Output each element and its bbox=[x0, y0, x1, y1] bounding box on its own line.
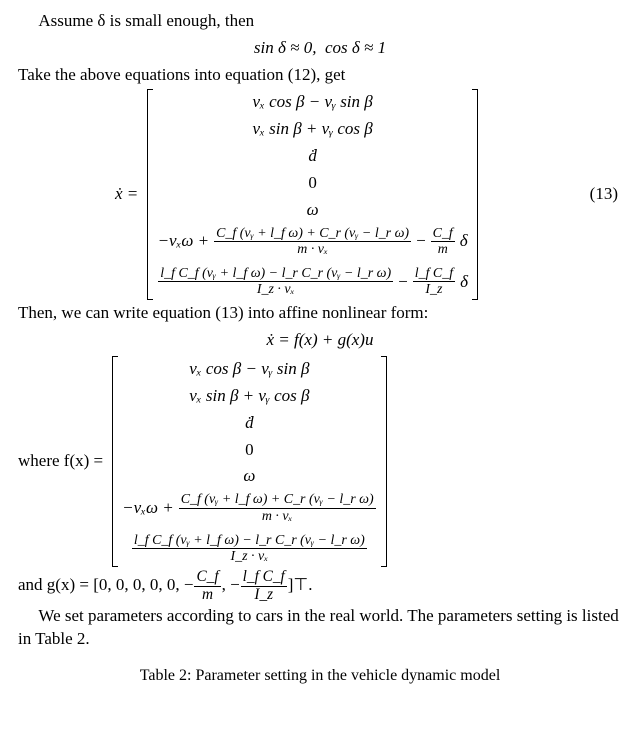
eq13-row4: 0 bbox=[308, 173, 317, 192]
fx-row2: vₓ sin β + vᵧ cos β bbox=[189, 386, 309, 405]
params-text: We set parameters according to cars in t… bbox=[18, 605, 622, 651]
table-2-caption: Table 2: Parameter setting in the vehicl… bbox=[18, 665, 622, 687]
eq13-row2: vₓ sin β + vᵧ cos β bbox=[253, 119, 373, 138]
eq13-row6: −vₓω + C_f (vᵧ + l_f ω) + C_r (vᵧ − l_r … bbox=[158, 226, 468, 258]
fx-definition: where f(x) = vₓ cos β − vᵧ sin β vₓ sin … bbox=[18, 356, 622, 567]
eq13-matrix: vₓ cos β − vᵧ sin β vₓ sin β + vᵧ cos β … bbox=[144, 89, 481, 300]
eq13-row3: ḋ bbox=[308, 146, 317, 165]
small-angle-approx: sin δ ≈ 0, cos δ ≈ 1 bbox=[18, 37, 622, 60]
assume-text: Assume δ is small enough, then bbox=[18, 10, 622, 33]
eq13-lhs: ẋ = bbox=[115, 183, 138, 206]
fx-row6: −vₓω + C_f (vᵧ + l_f ω) + C_r (vᵧ − l_r … bbox=[122, 492, 377, 524]
take-above-text: Take the above equations into equation (… bbox=[18, 64, 622, 87]
fx-prefix: where f(x) = bbox=[18, 450, 103, 473]
fx-row5: ω bbox=[243, 466, 255, 485]
affine-equation: ẋ = f(x) + g(x)u bbox=[18, 329, 622, 352]
eq13-row5: ω bbox=[307, 200, 319, 219]
affine-intro-text: Then, we can write equation (13) into af… bbox=[18, 302, 622, 325]
eq13-row1: vₓ cos β − vᵧ sin β bbox=[253, 92, 373, 111]
gx-definition: and g(x) = [0, 0, 0, 0, 0, −C_fm, −l_f C… bbox=[18, 569, 622, 604]
eq13-number: (13) bbox=[578, 183, 622, 206]
fx-row4: 0 bbox=[245, 440, 254, 459]
equation-13: ẋ = vₓ cos β − vᵧ sin β vₓ sin β + vᵧ co… bbox=[18, 89, 622, 300]
eq13-row7: l_f C_f (vᵧ + l_f ω) − l_r C_r (vᵧ − l_r… bbox=[157, 266, 468, 298]
fx-row3: ḋ bbox=[245, 413, 254, 432]
fx-row1: vₓ cos β − vᵧ sin β bbox=[189, 359, 309, 378]
fx-row7: l_f C_f (vᵧ + l_f ω) − l_r C_r (vᵧ − l_r… bbox=[131, 533, 368, 565]
fx-matrix: vₓ cos β − vᵧ sin β vₓ sin β + vᵧ cos β … bbox=[109, 356, 390, 567]
